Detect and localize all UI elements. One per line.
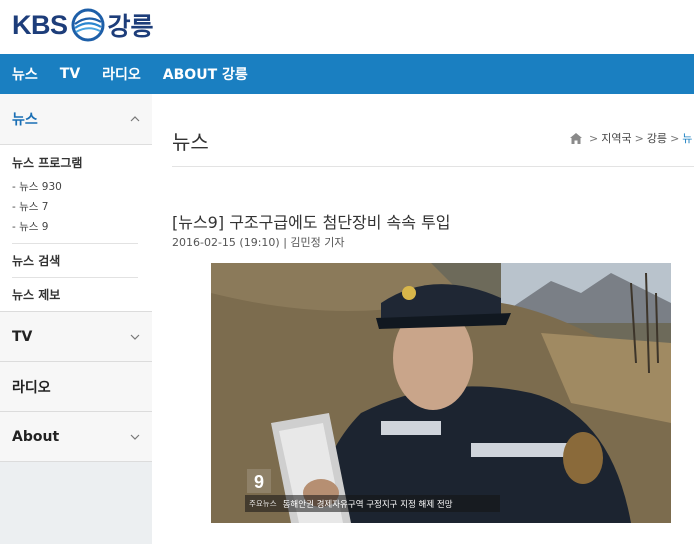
sidebar-item-news930[interactable]: - 뉴스 930 bbox=[12, 177, 140, 197]
home-icon[interactable] bbox=[570, 132, 582, 144]
sidebar-item-tv[interactable]: TV bbox=[0, 312, 152, 362]
article-title: [뉴스9] 구조구급에도 첨단장비 속속 투입 bbox=[172, 213, 451, 232]
sidebar-item-radio[interactable]: 라디오 bbox=[0, 362, 152, 412]
article-date: 2016-02-15 (19:10) bbox=[172, 236, 280, 249]
video-caption: 동해안권 경제자유구역 구정지구 지정 해제 전망 bbox=[282, 499, 453, 510]
main-content: 뉴스 > 지역국 > 강릉 > 뉴 [뉴스9] 구조구급에도 첨단장비 속속 투… bbox=[152, 94, 694, 544]
breadcrumb-item[interactable]: 강릉 bbox=[647, 130, 667, 146]
header: KBS 강릉 bbox=[0, 0, 694, 54]
page-title: 뉴스 bbox=[172, 130, 209, 154]
news-video-player[interactable]: 9 주요뉴스 동해안권 경제자유구역 구정지구 지정 해제 전망 bbox=[211, 263, 671, 523]
sidebar-item-label: TV bbox=[12, 329, 33, 345]
breadcrumb-separator: > bbox=[670, 131, 680, 145]
sidebar-item-news[interactable]: 뉴스 bbox=[0, 94, 152, 144]
sidebar-item-news-search[interactable]: 뉴스 검색 bbox=[12, 243, 138, 277]
sidebar-item-label: 라디오 bbox=[12, 380, 51, 396]
sidebar-section-radio: 라디오 bbox=[0, 362, 152, 412]
logo-kbs-text: KBS bbox=[12, 9, 68, 40]
video-caption-label: 주요뉴스 bbox=[249, 499, 277, 508]
video-caption-bar: 주요뉴스 동해안권 경제자유구역 구정지구 지정 해제 전망 bbox=[245, 495, 500, 512]
title-divider bbox=[172, 166, 694, 167]
svg-text:9: 9 bbox=[254, 472, 264, 492]
sidebar-item-about[interactable]: About bbox=[0, 412, 152, 462]
sidebar-section-news: 뉴스 뉴스 프로그램 - 뉴스 930 - 뉴스 7 - 뉴스 9 뉴스 검색 … bbox=[0, 94, 152, 312]
nav-item-radio[interactable]: 라디오 bbox=[102, 64, 141, 84]
sidebar-item-news7[interactable]: - 뉴스 7 bbox=[12, 197, 140, 217]
nav-item-tv[interactable]: TV bbox=[60, 66, 80, 82]
nav-item-about[interactable]: ABOUT 강릉 bbox=[163, 64, 248, 84]
news9-logo-icon: 9 bbox=[247, 469, 271, 493]
nav-item-news[interactable]: 뉴스 bbox=[12, 64, 38, 84]
sidebar: 뉴스 뉴스 프로그램 - 뉴스 930 - 뉴스 7 - 뉴스 9 뉴스 검색 … bbox=[0, 94, 152, 544]
sidebar-item-label: 뉴스 bbox=[12, 112, 38, 128]
sidebar-item-news9[interactable]: - 뉴스 9 bbox=[12, 217, 140, 237]
breadcrumb-separator: > bbox=[634, 131, 644, 145]
chevron-down-icon bbox=[130, 434, 140, 440]
kbs-swirl-icon bbox=[71, 8, 105, 42]
article-reporter: | 김민정 기자 bbox=[283, 236, 345, 249]
kbs-logo[interactable]: KBS 강릉 bbox=[12, 8, 154, 42]
sidebar-section-tv: TV bbox=[0, 312, 152, 362]
article-meta: 2016-02-15 (19:10) | 김민정 기자 bbox=[172, 234, 345, 250]
chevron-down-icon bbox=[130, 334, 140, 340]
breadcrumb: > 지역국 > 강릉 > 뉴 bbox=[570, 130, 692, 146]
news-submenu: 뉴스 프로그램 - 뉴스 930 - 뉴스 7 - 뉴스 9 뉴스 검색 뉴스 … bbox=[0, 144, 152, 311]
breadcrumb-separator: > bbox=[589, 131, 599, 145]
breadcrumb-item-current[interactable]: 뉴 bbox=[682, 130, 692, 146]
top-nav: 뉴스 TV 라디오 ABOUT 강릉 bbox=[0, 54, 694, 94]
logo-region-text: 강릉 bbox=[107, 12, 154, 41]
breadcrumb-item[interactable]: 지역국 bbox=[601, 130, 631, 146]
sidebar-item-label: About bbox=[12, 429, 60, 445]
sidebar-section-about: About bbox=[0, 412, 152, 462]
chevron-up-icon bbox=[130, 116, 140, 122]
sidebar-item-news-tip[interactable]: 뉴스 제보 bbox=[12, 277, 138, 311]
news-program-title[interactable]: 뉴스 프로그램 bbox=[12, 145, 140, 177]
video-frame-image bbox=[211, 263, 671, 523]
